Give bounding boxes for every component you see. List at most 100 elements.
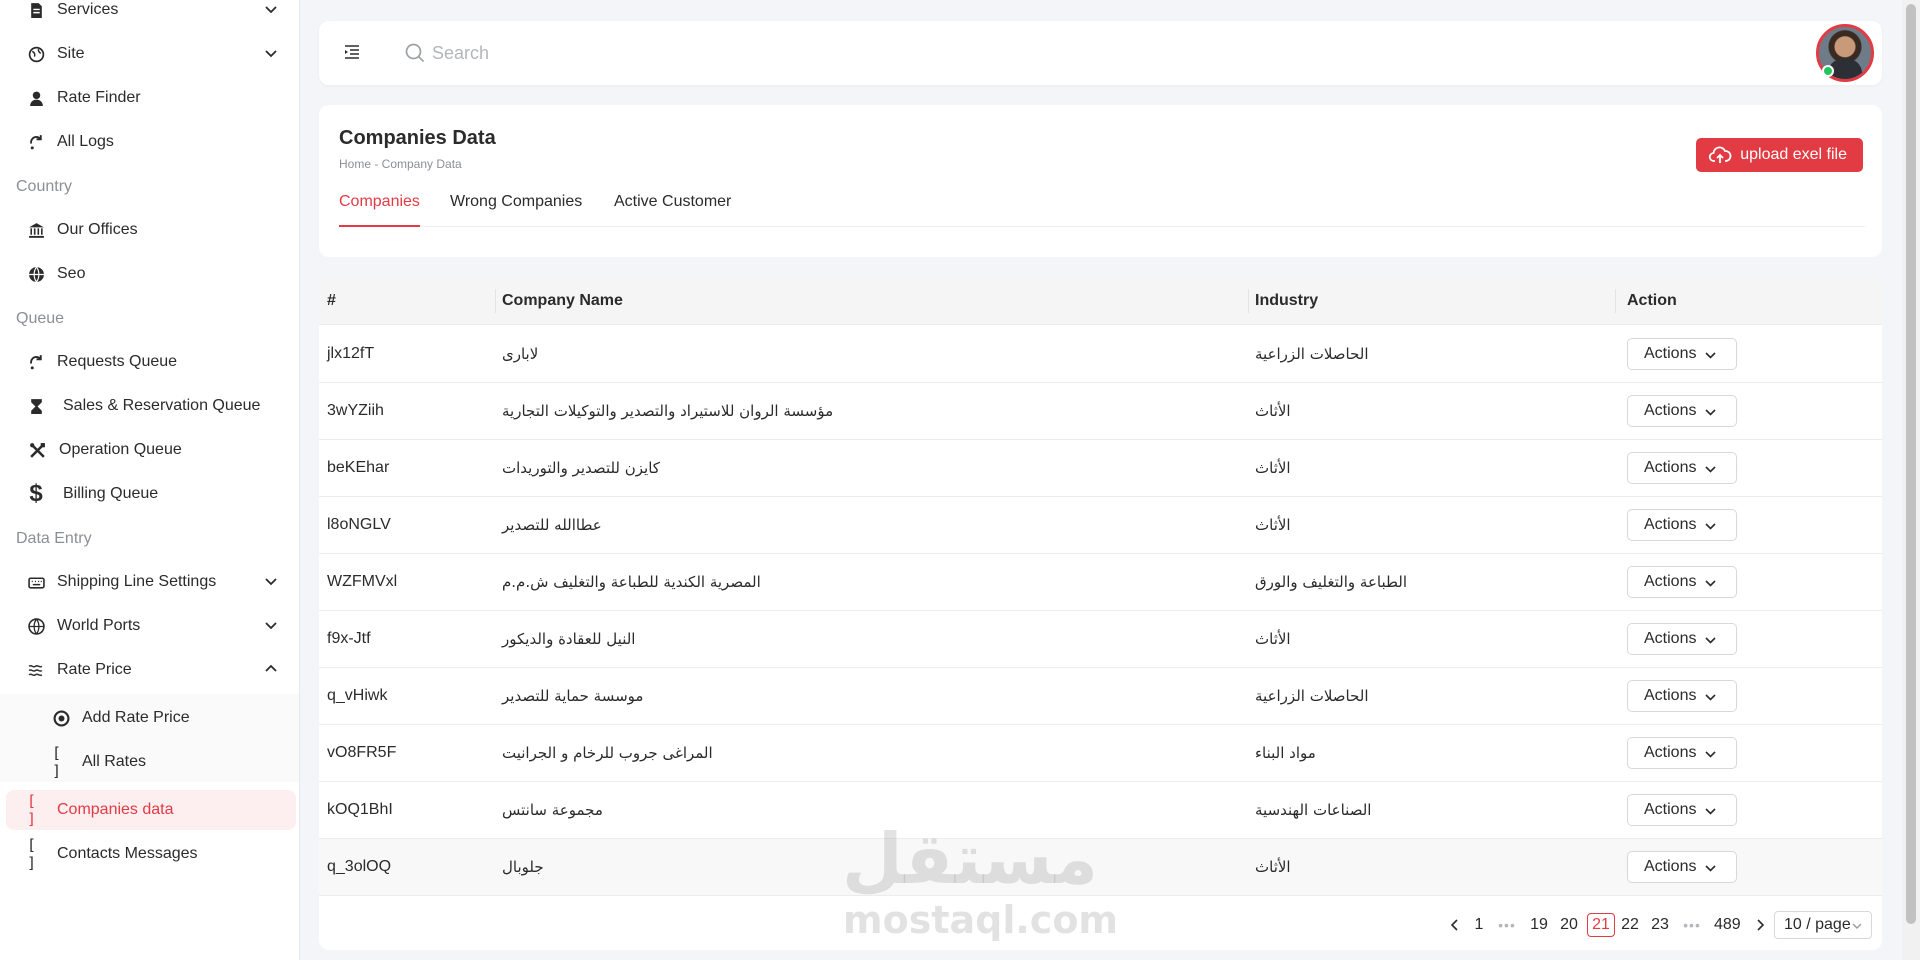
chevron-down-icon [265,578,277,586]
sidebar-item-our-offices[interactable]: Our Offices [0,210,299,250]
user-icon [27,89,45,107]
sidebar-item-label: Site [57,45,85,62]
cell-company-name: عطاالله للتصدير [502,516,602,534]
cell-id: q_3olOQ [327,858,392,875]
sidebar-item-requests-queue[interactable]: Requests Queue [0,342,299,382]
tab-active-customer[interactable]: Active Customer [614,193,731,227]
page-ellipsis[interactable]: ••• [1495,913,1519,937]
actions-label: Actions [1644,402,1697,419]
actions-dropdown[interactable]: Actions [1627,452,1737,484]
page-22[interactable]: 22 [1618,913,1642,937]
actions-label: Actions [1644,516,1697,533]
menu-toggle-icon[interactable] [343,43,361,61]
actions-label: Actions [1644,687,1697,704]
sidebar-item-label: Contacts Messages [57,845,198,862]
watermark-logo: مستقل [842,818,1099,900]
chevron-down-icon [1705,523,1716,530]
table-row: kOQ1BhI مجموعة سانتس الصناعات الهندسية A… [319,782,1882,839]
table-row: l8oNGLV عطاالله للتصدير الأثاث Actions [319,497,1882,554]
cell-id: vO8FR5F [327,744,397,761]
page-20[interactable]: 20 [1557,913,1581,937]
prev-page-icon[interactable] [1443,913,1467,937]
cell-company-name: لابارى [502,345,539,363]
actions-dropdown[interactable]: Actions [1627,338,1737,370]
online-status-dot [1822,65,1834,77]
sidebar-item-label: Billing Queue [63,485,159,502]
sidebar-item-label: Shipping Line Settings [57,573,217,590]
sidebar-item-label: All Logs [57,133,114,150]
chevron-down-icon [1705,409,1716,416]
actions-label: Actions [1644,345,1697,362]
page-title: Companies Data [339,127,496,149]
cell-industry: الأثاث [1255,402,1291,420]
upload-button-label: upload exel file [1740,146,1847,163]
sidebar-item-all-rates[interactable]: [ ] All Rates [0,742,299,782]
sidebar-item-operation-queue[interactable]: Operation Queue [0,430,299,470]
cell-industry: الأثاث [1255,459,1291,477]
page-21-current[interactable]: 21 [1587,913,1615,937]
sidebar-item-sales-reservation-queue[interactable]: Sales & Reservation Queue [0,386,299,426]
chevron-down-icon [1705,694,1716,701]
table-row: vO8FR5F المراغى جروب للرخام و الجرانيت م… [319,725,1882,782]
actions-dropdown[interactable]: Actions [1627,395,1737,427]
chevron-down-icon [1705,580,1716,587]
next-page-icon[interactable] [1748,913,1772,937]
bank-icon [27,221,45,239]
breadcrumb: Home - Company Data [339,157,462,171]
chevron-down-icon [1852,923,1862,930]
sidebar-item-world-ports[interactable]: World Ports [0,606,299,646]
upload-excel-button[interactable]: upload exel file [1696,138,1863,172]
chevron-down-icon [265,622,277,630]
actions-dropdown[interactable]: Actions [1627,509,1737,541]
page-size-label: 10 / page [1784,916,1851,933]
actions-dropdown[interactable]: Actions [1627,851,1737,883]
actions-dropdown[interactable]: Actions [1627,566,1737,598]
page-1[interactable]: 1 [1467,913,1491,937]
table-row: WZFMVxl المصرية الكندية للطباعة والتغليف… [319,554,1882,611]
sidebar-item-companies-data[interactable]: [ ] Companies data [6,790,296,830]
page-489[interactable]: 489 [1714,913,1741,937]
sidebar-item-all-logs[interactable]: All Logs [0,122,299,162]
watermark-text: mostaql.com [843,898,1119,942]
sidebar-item-rate-finder[interactable]: Rate Finder [0,78,299,118]
scrollbar-thumb[interactable] [1906,4,1916,924]
sidebar-item-billing-queue[interactable]: $ Billing Queue [0,474,299,514]
actions-dropdown[interactable]: Actions [1627,680,1737,712]
cell-id: kOQ1BhI [327,801,393,818]
page-header: Companies Data Home - Company Data uploa… [319,105,1882,257]
table-header: # Company Name Industry Action [319,277,1882,325]
page-ellipsis[interactable]: ••• [1680,913,1704,937]
actions-label: Actions [1644,573,1697,590]
document-icon [27,1,45,19]
chevron-down-icon [1705,808,1716,815]
sidebar-item-site[interactable]: Site [0,34,299,74]
page-19[interactable]: 19 [1527,913,1551,937]
page-scrollbar[interactable] [1902,0,1920,960]
chevron-down-icon [265,50,277,58]
dollar-icon: $ [29,480,43,507]
search-input[interactable] [432,42,932,64]
sidebar-item-label: Operation Queue [59,441,182,458]
cell-industry: الحاصلات الزراعية [1255,687,1369,705]
actions-dropdown[interactable]: Actions [1627,623,1737,655]
tab-wrong-companies[interactable]: Wrong Companies [450,193,582,227]
page-23[interactable]: 23 [1648,913,1672,937]
search-bar [404,39,1004,67]
refresh-icon [27,353,45,371]
search-icon [405,43,425,63]
sidebar-item-shipping-line-settings[interactable]: Shipping Line Settings [0,562,299,602]
sidebar-item-rate-price[interactable]: Rate Price [0,650,299,690]
cell-id: WZFMVxl [327,573,398,590]
chevron-down-icon [1705,466,1716,473]
actions-dropdown[interactable]: Actions [1627,794,1737,826]
actions-dropdown[interactable]: Actions [1627,737,1737,769]
sidebar-item-add-rate-price[interactable]: Add Rate Price [0,698,299,738]
chevron-up-icon [265,664,277,672]
actions-label: Actions [1644,801,1697,818]
chevron-down-icon [1705,352,1716,359]
sidebar-item-services[interactable]: Services [0,0,299,30]
tab-companies[interactable]: Companies [339,193,420,227]
page-size-select[interactable]: 10 / page [1774,911,1872,939]
sidebar-item-seo[interactable]: Seo [0,254,299,294]
sidebar-item-contacts-messages[interactable]: [ ] Contacts Messages [0,834,299,874]
